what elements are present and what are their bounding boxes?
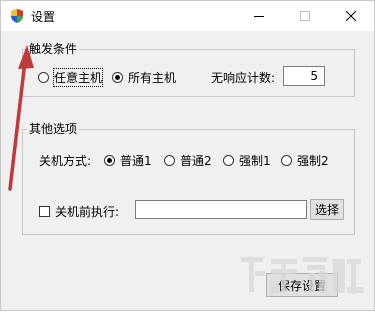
shield-icon (11, 9, 23, 23)
radio-normal-2-label: 普通2 (180, 154, 212, 168)
settings-window: 设置 触发条件 任意主机 所有主机 无响应计数: 5 其他选项 关机方式: 普通… (0, 0, 375, 311)
radio-force-1[interactable]: 强制1 (223, 152, 271, 169)
minimize-icon (254, 16, 264, 17)
close-button[interactable] (328, 1, 374, 31)
maximize-icon (300, 11, 310, 21)
radio-button[interactable] (38, 72, 49, 83)
other-options-legend: 其他选项 (27, 122, 80, 136)
radio-button[interactable] (223, 155, 234, 166)
radio-force-2-label: 强制2 (297, 154, 329, 168)
shutdown-mode-label: 关机方式: (39, 154, 92, 168)
minimize-button[interactable] (236, 1, 282, 31)
title-bar[interactable]: 设置 (1, 1, 374, 31)
radio-normal-2[interactable]: 普通2 (164, 152, 212, 169)
radio-any-host[interactable]: 任意主机 (38, 68, 104, 87)
radio-button[interactable] (281, 155, 292, 166)
radio-normal-1[interactable]: 普通1 (104, 152, 152, 169)
window-title: 设置 (31, 10, 56, 24)
close-icon (346, 11, 356, 21)
pre-shutdown-command-input[interactable] (135, 200, 307, 219)
timeout-count-label: 无响应计数: (211, 71, 276, 85)
radio-force-1-label: 强制1 (239, 154, 271, 168)
radio-force-2[interactable]: 强制2 (281, 152, 329, 169)
checkbox[interactable] (39, 206, 50, 217)
pre-shutdown-checkbox[interactable]: 关机前执行: (39, 203, 119, 220)
radio-button-selected[interactable] (112, 72, 123, 83)
radio-all-hosts-label: 所有主机 (128, 71, 177, 85)
radio-button[interactable] (164, 155, 175, 166)
radio-button-selected[interactable] (104, 155, 115, 166)
browse-button[interactable]: 选择 (310, 199, 344, 220)
maximize-button[interactable] (282, 1, 328, 31)
save-settings-button[interactable]: 保存设置 (266, 273, 338, 297)
radio-normal-1-label: 普通1 (120, 154, 152, 168)
trigger-conditions-legend: 触发条件 (27, 42, 80, 56)
pre-shutdown-label: 关机前执行: (55, 205, 120, 219)
radio-all-hosts[interactable]: 所有主机 (112, 69, 176, 86)
radio-any-host-label: 任意主机 (52, 68, 104, 87)
timeout-count-input[interactable]: 5 (283, 66, 325, 86)
